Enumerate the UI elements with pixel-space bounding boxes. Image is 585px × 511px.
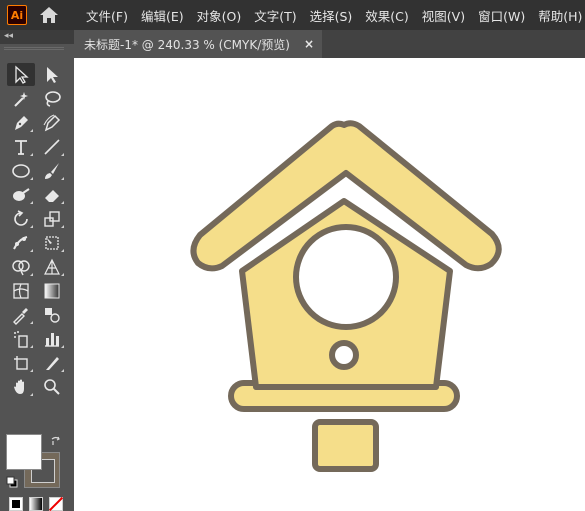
menu-file[interactable]: 文件(F) [80, 6, 134, 25]
artboard-tool[interactable] [7, 351, 35, 374]
shaper-icon [13, 187, 30, 201]
direct-selection-arrow-icon [47, 66, 58, 83]
menu-bar: Ai 文件(F) 编辑(E) 对象(O) 文字(T) 选择(S) 效果(C) 视… [0, 0, 585, 30]
scale-icon [44, 210, 60, 227]
mesh-icon [13, 282, 29, 299]
menu-effect[interactable]: 效果(C) [359, 6, 414, 25]
magic-wand-icon [14, 91, 28, 107]
pen-tool[interactable] [7, 111, 35, 134]
line-tool[interactable] [38, 135, 66, 158]
menu-items: 文件(F) 编辑(E) 对象(O) 文字(T) 选择(S) 效果(C) 视图(V… [80, 0, 585, 30]
fill-color-swatch[interactable] [6, 434, 42, 470]
eraser-icon [45, 189, 59, 202]
paintbrush-tool[interactable] [38, 159, 66, 182]
direct-selection-tool[interactable] [38, 63, 66, 86]
document-tab[interactable]: 未标题-1* @ 240.33 % (CMYK/预览) [74, 30, 322, 58]
swap-fill-stroke-icon[interactable] [50, 435, 62, 447]
eraser-tool[interactable] [38, 183, 66, 206]
shape-builder-icon [12, 259, 30, 275]
rotate-tool[interactable] [7, 207, 35, 230]
puppet-warp-icon [13, 235, 28, 249]
menu-type[interactable]: 文字(T) [248, 6, 302, 25]
slice-tool[interactable] [38, 351, 66, 374]
menu-select[interactable]: 选择(S) [304, 6, 359, 25]
hand-icon [14, 379, 24, 394]
rotate-icon [14, 209, 28, 226]
lasso-tool[interactable] [38, 87, 66, 110]
curvature-tool[interactable] [38, 111, 66, 134]
menu-edit[interactable]: 编辑(E) [135, 6, 190, 25]
birdhouse-artwork[interactable] [74, 58, 585, 511]
document-tab-bar: 未标题-1* @ 240.33 % (CMYK/预览) × [74, 30, 585, 58]
birdhouse-pole[interactable] [312, 419, 379, 472]
scale-tool[interactable] [38, 207, 66, 230]
free-transform-tool[interactable] [38, 231, 66, 254]
artboard-canvas[interactable] [74, 58, 585, 511]
collapse-panel-button[interactable]: ◂◂ [4, 31, 13, 41]
curvature-pen-icon [43, 114, 61, 131]
tools-panel: ◂◂ [0, 30, 74, 511]
magic-wand-tool[interactable] [7, 87, 35, 110]
eyedropper-icon [13, 307, 28, 325]
close-tab-button[interactable]: × [304, 37, 314, 51]
slice-knife-icon [46, 356, 59, 370]
menu-window[interactable]: 窗口(W) [472, 6, 531, 25]
gradient-icon [44, 283, 60, 298]
home-icon[interactable] [38, 5, 60, 25]
hand-tool[interactable] [7, 375, 35, 398]
menu-object[interactable]: 对象(O) [191, 6, 248, 25]
free-transform-icon [45, 235, 59, 250]
ellipse-tool[interactable] [7, 159, 35, 182]
selection-tool[interactable] [7, 63, 35, 86]
gradient-tool[interactable] [38, 279, 66, 302]
menu-view[interactable]: 视图(V) [416, 6, 471, 25]
zoom-magnifier-icon [44, 378, 60, 395]
symbol-sprayer-icon [14, 330, 28, 348]
perspective-grid-icon [44, 258, 60, 275]
menu-help[interactable]: 帮助(H) [532, 6, 585, 25]
blend-tool[interactable] [38, 303, 66, 326]
puppet-warp-tool[interactable] [7, 231, 35, 254]
symbol-sprayer-tool[interactable] [7, 327, 35, 350]
pen-nib-icon [15, 115, 28, 130]
default-fill-stroke-icon[interactable] [6, 476, 18, 488]
mesh-tool[interactable] [7, 279, 35, 302]
gradient-mode-button[interactable] [29, 497, 43, 511]
selection-arrow-icon [15, 65, 29, 84]
blend-icon [45, 307, 60, 323]
eyedropper-tool[interactable] [7, 303, 35, 326]
none-mode-button[interactable] [49, 497, 63, 511]
type-tool[interactable] [7, 135, 35, 158]
ellipse-icon [12, 163, 30, 178]
zoom-tool[interactable] [38, 375, 66, 398]
line-segment-icon [44, 138, 60, 155]
app-logo: Ai [7, 5, 27, 25]
document-tab-title: 未标题-1* @ 240.33 % (CMYK/预览) [84, 37, 290, 52]
birdhouse-perch-hole[interactable] [329, 340, 359, 370]
shaper-tool[interactable] [7, 183, 35, 206]
birdhouse-entrance-hole[interactable] [293, 224, 399, 330]
perspective-grid-tool[interactable] [38, 255, 66, 278]
artboard-icon [14, 355, 28, 370]
column-graph-tool[interactable] [38, 327, 66, 350]
paintbrush-icon [45, 162, 59, 179]
panel-header: ◂◂ [0, 30, 74, 44]
panel-grip[interactable] [4, 47, 64, 50]
lasso-icon [45, 90, 61, 107]
type-t-icon [15, 139, 27, 155]
color-mode-button[interactable] [9, 497, 23, 511]
shape-builder-tool[interactable] [7, 255, 35, 278]
column-graph-icon [45, 332, 59, 347]
